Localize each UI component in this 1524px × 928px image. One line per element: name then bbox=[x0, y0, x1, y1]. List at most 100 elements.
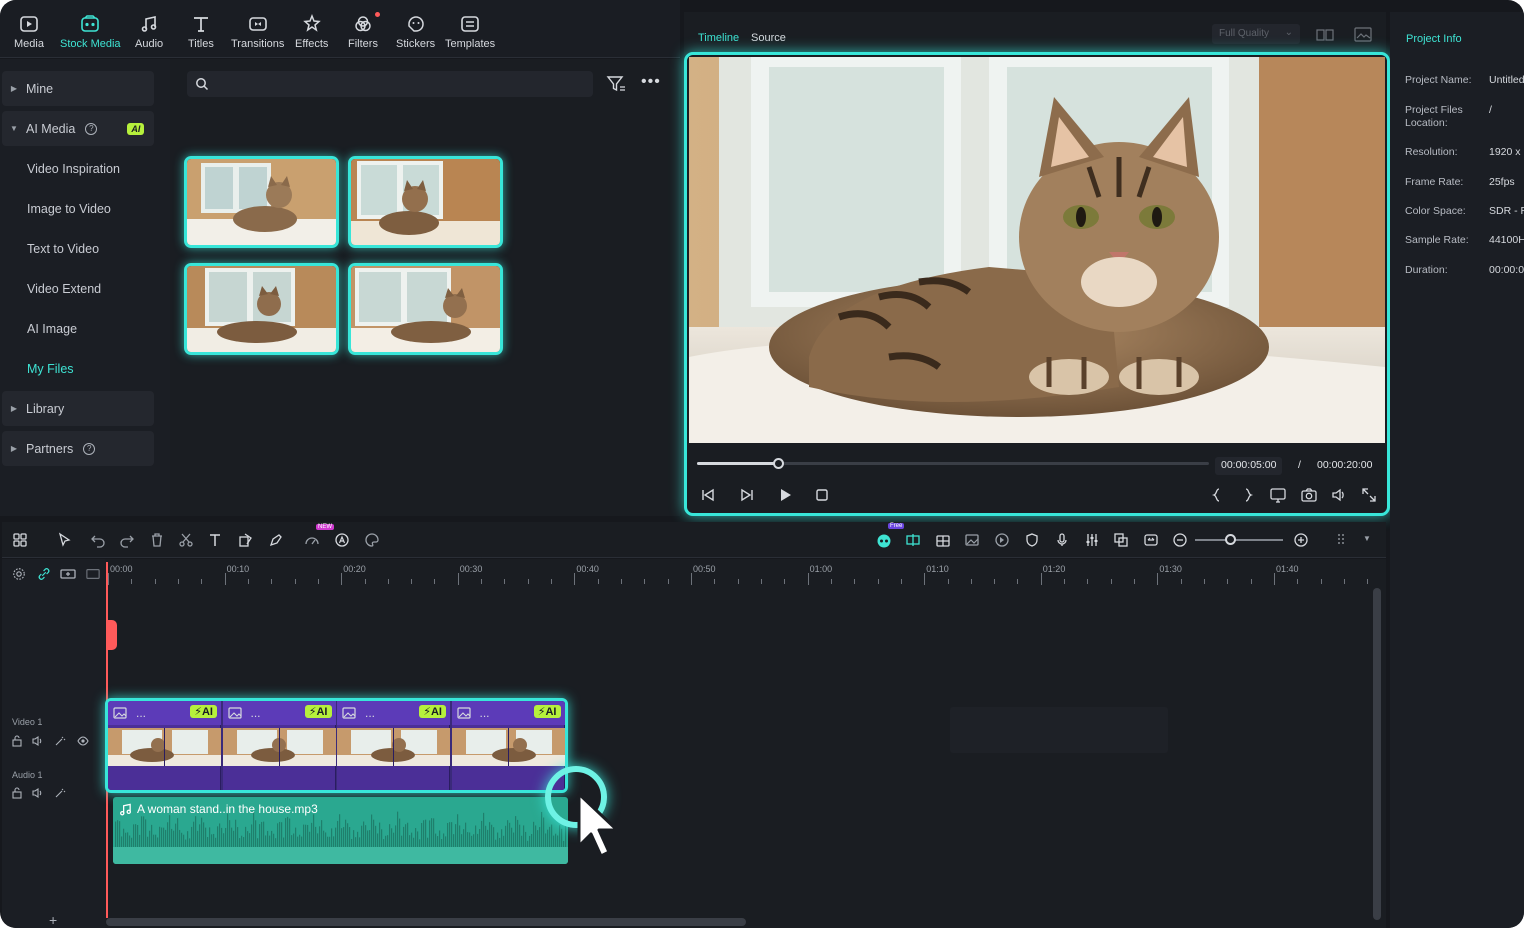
playhead-handle[interactable] bbox=[106, 620, 117, 650]
mark-out-icon[interactable] bbox=[1240, 487, 1256, 503]
sidebar-item-text-to-video[interactable]: Text to Video bbox=[2, 231, 154, 266]
ai-robot-icon[interactable] bbox=[876, 532, 892, 548]
delete-icon[interactable] bbox=[149, 532, 165, 548]
more-options-icon[interactable]: ••• bbox=[641, 73, 661, 91]
previous-frame-icon[interactable] bbox=[700, 487, 716, 503]
add-track-icon[interactable] bbox=[60, 567, 76, 581]
horizontal-scrollbar[interactable] bbox=[106, 918, 746, 926]
crop-icon[interactable] bbox=[238, 532, 254, 548]
add-track-button[interactable]: + bbox=[49, 912, 57, 928]
magic-wand-icon[interactable] bbox=[54, 787, 66, 799]
toolbar-media-button[interactable]: Media bbox=[14, 14, 44, 56]
toolbar-templates-button[interactable]: Templates bbox=[445, 14, 495, 56]
tab-source[interactable]: Source bbox=[751, 32, 786, 44]
fit-width-icon[interactable] bbox=[1143, 532, 1159, 548]
sidebar-item-video-inspiration[interactable]: Video Inspiration bbox=[2, 151, 154, 186]
grid-view-icon[interactable] bbox=[1316, 28, 1334, 42]
lock-icon[interactable] bbox=[11, 735, 23, 747]
toolbar-effects-button[interactable]: Effects bbox=[295, 14, 328, 56]
settings-gear-icon[interactable] bbox=[12, 567, 26, 581]
next-frame-icon[interactable] bbox=[739, 487, 755, 503]
quality-dropdown[interactable]: Full Quality ⌄ bbox=[1212, 24, 1300, 44]
video-clip[interactable]: ... ⚡AI bbox=[222, 701, 336, 790]
toolbar-transitions-button[interactable]: Transitions bbox=[231, 14, 284, 56]
timeline-ruler[interactable]: 00:00 00:10 00:20 00:30 00:40 00:50 01:00 01:10… bbox=[105, 559, 1375, 587]
zoom-slider-handle[interactable] bbox=[1225, 534, 1236, 545]
image-icon[interactable] bbox=[1354, 27, 1372, 42]
speed-icon[interactable] bbox=[304, 532, 320, 548]
mark-in-icon[interactable] bbox=[1209, 487, 1225, 503]
camera-snapshot-icon[interactable] bbox=[1301, 487, 1317, 503]
microphone-icon[interactable] bbox=[1054, 532, 1070, 548]
redo-icon[interactable] bbox=[119, 532, 135, 548]
media-thumbnail[interactable] bbox=[348, 156, 503, 248]
tab-timeline[interactable]: Timeline bbox=[698, 32, 739, 44]
pen-tool-icon[interactable] bbox=[268, 532, 284, 548]
volume-icon[interactable] bbox=[32, 787, 44, 799]
toolbar-stock-media-button[interactable]: Stock Media bbox=[60, 14, 121, 56]
sidebar-item-mine[interactable]: ▶ Mine bbox=[2, 71, 154, 106]
selected-video-clips[interactable]: ... ⚡AI... ⚡AI... ⚡AI... ⚡AI bbox=[105, 698, 568, 793]
color-palette-icon[interactable] bbox=[364, 532, 380, 548]
volume-icon[interactable] bbox=[32, 735, 44, 747]
zoom-in-icon[interactable] bbox=[1293, 532, 1309, 548]
fullscreen-icon[interactable] bbox=[1361, 487, 1377, 503]
scrubber-handle[interactable] bbox=[772, 458, 784, 469]
media-thumbnail[interactable] bbox=[184, 263, 339, 355]
vertical-scrollbar[interactable] bbox=[1373, 588, 1381, 920]
sidebar-item-image-to-video[interactable]: Image to Video bbox=[2, 191, 154, 226]
toolbar-stickers-button[interactable]: Stickers bbox=[396, 14, 435, 56]
stop-icon[interactable] bbox=[814, 487, 830, 503]
media-thumbnail[interactable] bbox=[184, 156, 339, 248]
waveform-bar bbox=[261, 821, 263, 847]
help-icon[interactable]: ? bbox=[85, 122, 98, 135]
link-icon[interactable] bbox=[37, 567, 51, 581]
magic-wand-icon[interactable] bbox=[54, 735, 66, 747]
layout-grid-icon[interactable] bbox=[12, 532, 28, 548]
shield-icon[interactable] bbox=[1024, 532, 1040, 548]
toolbar-titles-button[interactable]: Titles bbox=[188, 14, 214, 56]
audio-clip[interactable]: A woman stand..in the house.mp3 bbox=[113, 797, 568, 864]
image-edit-icon[interactable] bbox=[964, 532, 980, 548]
video-clip[interactable]: ... ⚡AI bbox=[337, 701, 450, 790]
ai-tool-icon[interactable] bbox=[334, 532, 350, 548]
motion-icon[interactable] bbox=[994, 532, 1010, 548]
lock-icon[interactable] bbox=[11, 787, 23, 799]
toolbar-filters-button[interactable]: Filters bbox=[348, 12, 380, 56]
track-layout-icon[interactable] bbox=[1336, 532, 1352, 548]
scissors-icon[interactable] bbox=[178, 532, 194, 548]
help-icon[interactable]: ? bbox=[83, 442, 96, 455]
sidebar-item-ai-image[interactable]: AI Image bbox=[2, 311, 154, 346]
media-thumbnail[interactable] bbox=[348, 263, 503, 355]
filter-icon[interactable] bbox=[606, 74, 626, 94]
zoom-out-icon[interactable] bbox=[1172, 532, 1188, 548]
waveform-bar bbox=[445, 836, 447, 847]
undo-icon[interactable] bbox=[90, 532, 106, 548]
display-icon[interactable] bbox=[1270, 487, 1286, 503]
video-clip[interactable]: ... ⚡AI bbox=[451, 701, 565, 790]
scene-detect-icon[interactable] bbox=[905, 532, 921, 548]
ruler-tick bbox=[784, 579, 786, 584]
text-tool-icon[interactable] bbox=[208, 532, 224, 548]
volume-icon[interactable] bbox=[1331, 487, 1347, 503]
chevron-down-icon[interactable]: ▼ bbox=[1363, 534, 1371, 543]
sidebar-item-library[interactable]: ▶ Library bbox=[2, 391, 154, 426]
multicam-icon[interactable] bbox=[935, 532, 951, 548]
sidebar-item-video-extend[interactable]: Video Extend bbox=[2, 271, 154, 306]
playback-scrubber[interactable] bbox=[697, 458, 1209, 469]
sidebar-item-partners[interactable]: ▶ Partners ? bbox=[2, 431, 154, 466]
replace-icon[interactable] bbox=[1113, 532, 1129, 548]
clip-header: ... ⚡AI bbox=[222, 701, 336, 725]
sidebar-item-ai-media[interactable]: ▼ AI Media ? AI bbox=[2, 111, 154, 146]
toolbar-audio-button[interactable]: Audio bbox=[135, 14, 163, 56]
select-arrow-icon[interactable] bbox=[57, 532, 73, 548]
search-input[interactable] bbox=[187, 71, 593, 97]
chevron-down-icon: ⌄ bbox=[1284, 27, 1293, 38]
eye-icon[interactable] bbox=[77, 735, 89, 747]
play-icon[interactable] bbox=[777, 487, 793, 503]
zoom-slider-track[interactable] bbox=[1195, 539, 1283, 541]
audio-mixer-icon[interactable] bbox=[1084, 532, 1100, 548]
sidebar-item-my-files[interactable]: My Files bbox=[2, 351, 154, 386]
caption-icon[interactable] bbox=[86, 567, 100, 581]
video-clip[interactable]: ... ⚡AI bbox=[108, 701, 221, 790]
